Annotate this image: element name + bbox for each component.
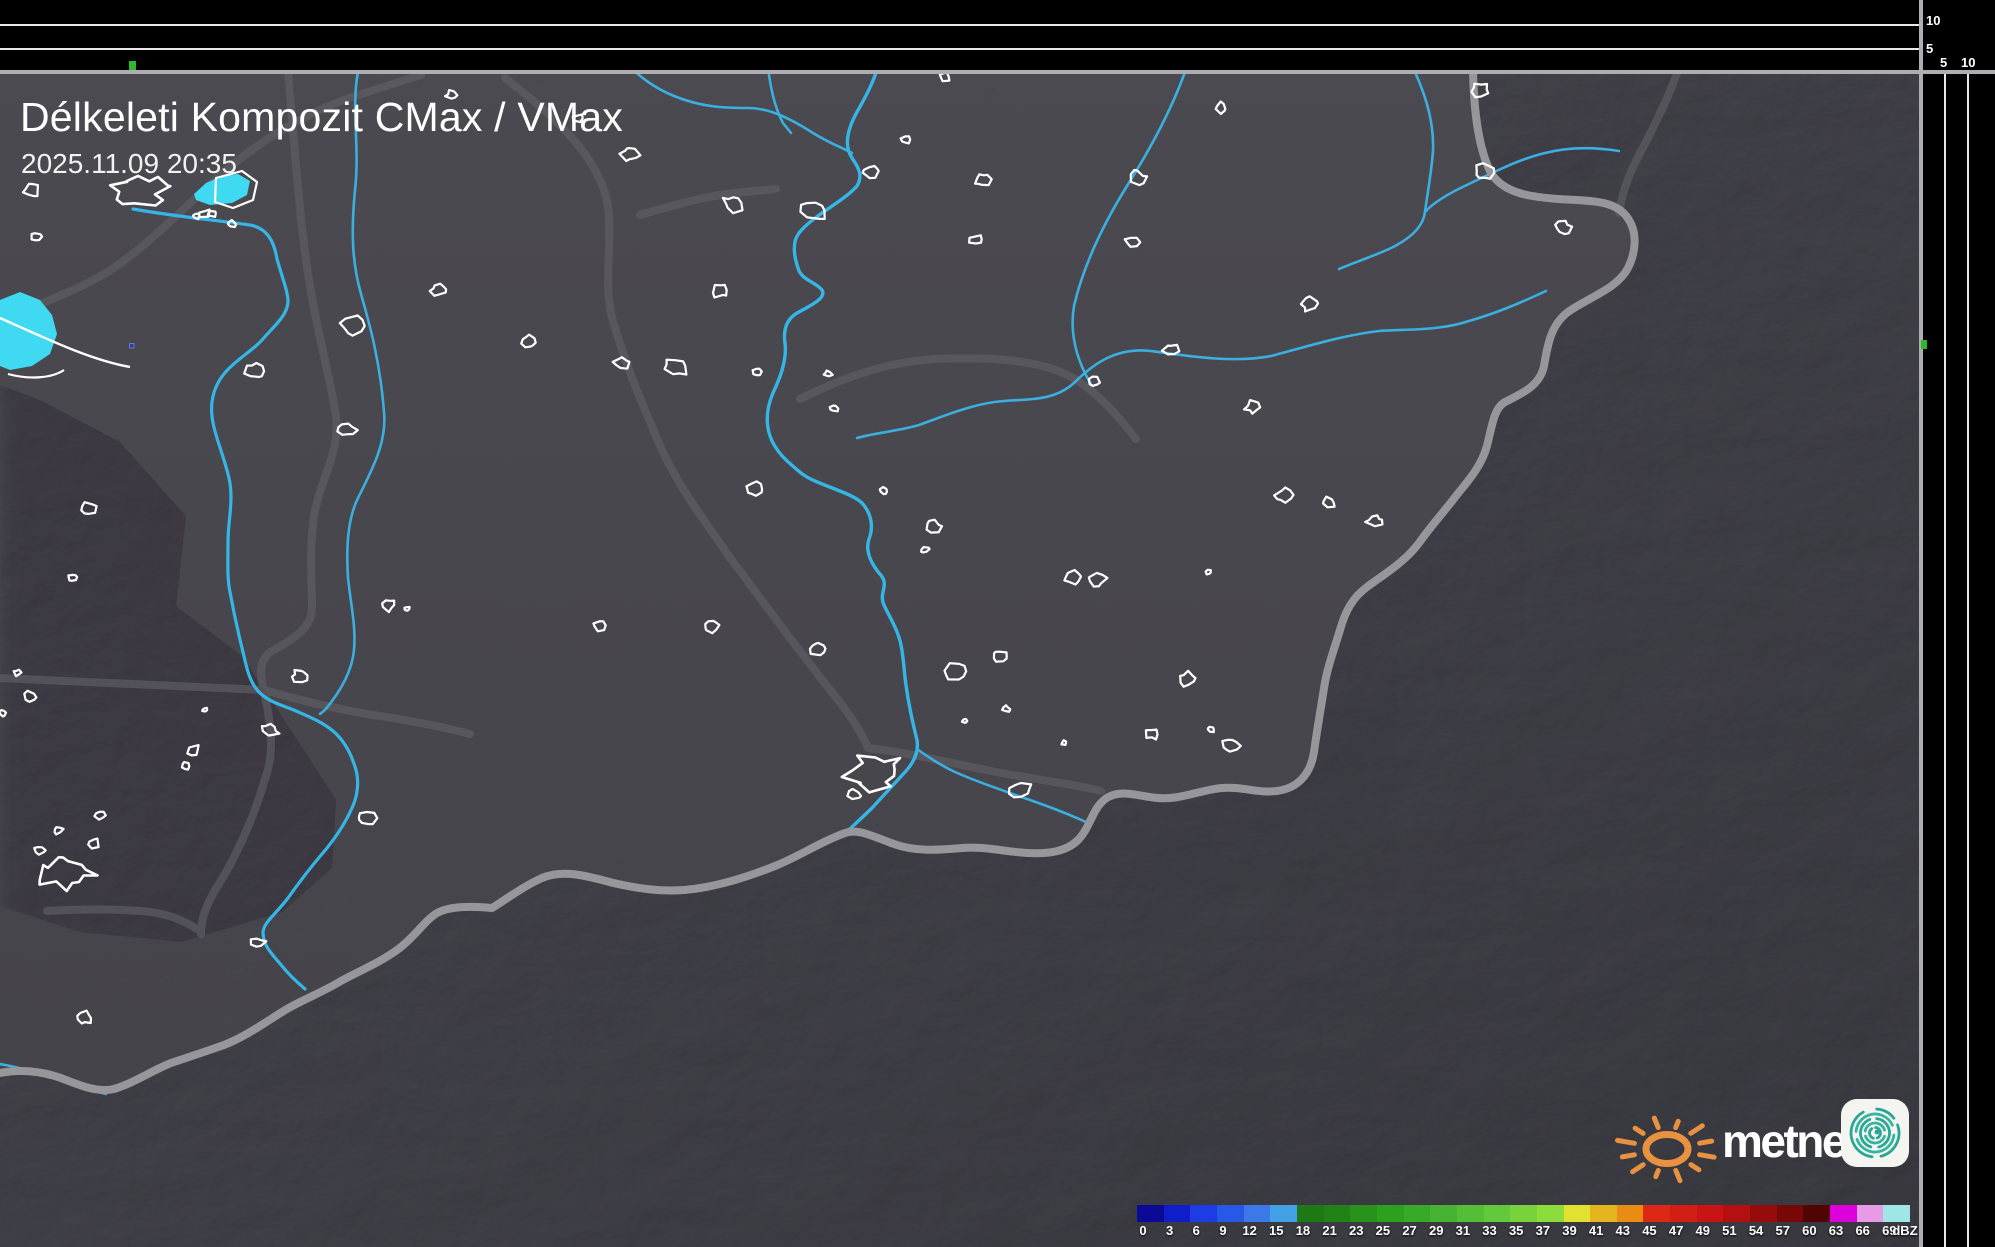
right-axis-label-10: 10 bbox=[1961, 56, 1975, 69]
dbz-color-segment bbox=[1830, 1205, 1857, 1222]
dbz-scale-value: 54 bbox=[1749, 1224, 1763, 1238]
dbz-color-segment bbox=[1723, 1205, 1750, 1222]
right-panel-gridline-5km bbox=[1944, 74, 1946, 1247]
dbz-scale-value: 60 bbox=[1802, 1224, 1816, 1238]
vmax-top-profile-panel bbox=[0, 0, 1920, 70]
height-axis-label-10: 10 bbox=[1926, 14, 1940, 27]
radar-composite-viewport: 10 5 5 10 Délkeleti Kompozit CMax / VMax… bbox=[0, 0, 1995, 1247]
page-title: Délkeleti Kompozit CMax / VMax bbox=[20, 94, 623, 141]
radar-echo-cell bbox=[130, 344, 135, 349]
dbz-color-segment bbox=[1270, 1205, 1297, 1222]
dbz-color-segment bbox=[1404, 1205, 1431, 1222]
dbz-color-segment bbox=[1324, 1205, 1351, 1222]
dbz-scale-value: 33 bbox=[1482, 1224, 1496, 1238]
dbz-color-segment bbox=[1564, 1205, 1591, 1222]
vmax-right-profile-panel bbox=[1920, 0, 1995, 1247]
dbz-color-segment bbox=[1430, 1205, 1457, 1222]
dbz-color-segment bbox=[1643, 1205, 1670, 1222]
dbz-scale-value: 25 bbox=[1376, 1224, 1390, 1238]
dbz-color-scale: 0 3 6 9 12 15 18 21 23 25 27 29 31 33 35 37 39 41 43 45 47 49… bbox=[1137, 1205, 1910, 1240]
dbz-color-segment bbox=[1297, 1205, 1324, 1222]
dbz-scale-value: 51 bbox=[1722, 1224, 1736, 1238]
dbz-scale-value: 41 bbox=[1589, 1224, 1603, 1238]
dbz-scale-value: 29 bbox=[1429, 1224, 1443, 1238]
profile-axis-horizontal bbox=[0, 70, 1995, 74]
right-axis-label-5: 5 bbox=[1940, 56, 1947, 69]
dbz-color-segment bbox=[1510, 1205, 1537, 1222]
dbz-color-segment bbox=[1670, 1205, 1697, 1222]
dbz-scale-value: 63 bbox=[1829, 1224, 1843, 1238]
dbz-color-segment bbox=[1777, 1205, 1804, 1222]
dbz-scale-value: 12 bbox=[1242, 1224, 1256, 1238]
dbz-color-segment bbox=[1164, 1205, 1191, 1222]
top-panel-gridline-10km bbox=[0, 24, 1920, 26]
dbz-color-segment bbox=[1803, 1205, 1830, 1222]
dbz-scale-value: 66 bbox=[1855, 1224, 1869, 1238]
radar-map bbox=[0, 0, 1995, 1247]
dbz-scale-unit: dBZ bbox=[1892, 1224, 1917, 1238]
dbz-scale-value: 35 bbox=[1509, 1224, 1523, 1238]
right-panel-gridline-10km bbox=[1967, 74, 1969, 1247]
timestamp: 2025.11.09 20:35 bbox=[21, 148, 237, 180]
dbz-color-segment bbox=[1350, 1205, 1377, 1222]
dbz-color-segment bbox=[1484, 1205, 1511, 1222]
dbz-scale-value: 45 bbox=[1642, 1224, 1656, 1238]
dbz-scale-value: 31 bbox=[1456, 1224, 1470, 1238]
vmax-echo-top-panel bbox=[129, 61, 136, 70]
dbz-scale-value: 39 bbox=[1562, 1224, 1576, 1238]
dbz-color-segment bbox=[1857, 1205, 1884, 1222]
metnet-wordmark: metnet bbox=[1722, 1114, 1858, 1168]
top-panel-gridline-5km bbox=[0, 48, 1920, 50]
metnet-logo: metnet bbox=[1605, 1098, 1910, 1190]
dbz-color-segment bbox=[1590, 1205, 1617, 1222]
dbz-color-bar bbox=[1137, 1205, 1910, 1222]
profile-axis-vertical bbox=[1919, 0, 1923, 1247]
dbz-scale-value: 18 bbox=[1296, 1224, 1310, 1238]
dbz-scale-value: 3 bbox=[1166, 1224, 1173, 1238]
dbz-color-segment bbox=[1697, 1205, 1724, 1222]
dbz-color-segment bbox=[1883, 1205, 1910, 1222]
dbz-scale-value: 47 bbox=[1669, 1224, 1683, 1238]
dbz-color-segment bbox=[1617, 1205, 1644, 1222]
dbz-scale-value: 6 bbox=[1193, 1224, 1200, 1238]
dbz-color-segment bbox=[1244, 1205, 1271, 1222]
dbz-scale-labels: 0 3 6 9 12 15 18 21 23 25 27 29 31 33 35 37 39 41 43 45 47 49… bbox=[1137, 1224, 1910, 1240]
sun-icon bbox=[1605, 1104, 1717, 1188]
dbz-scale-value: 57 bbox=[1775, 1224, 1789, 1238]
dbz-color-segment bbox=[1377, 1205, 1404, 1222]
dbz-color-segment bbox=[1537, 1205, 1564, 1222]
dbz-scale-value: 0 bbox=[1139, 1224, 1146, 1238]
dbz-color-segment bbox=[1457, 1205, 1484, 1222]
dbz-scale-value: 27 bbox=[1402, 1224, 1416, 1238]
dbz-scale-value: 43 bbox=[1616, 1224, 1630, 1238]
dbz-color-segment bbox=[1750, 1205, 1777, 1222]
height-axis-label-5: 5 bbox=[1926, 42, 1933, 55]
dbz-color-segment bbox=[1217, 1205, 1244, 1222]
dbz-scale-value: 15 bbox=[1269, 1224, 1283, 1238]
spiral-app-icon bbox=[1840, 1098, 1910, 1168]
vmax-echo-right-panel bbox=[1921, 340, 1927, 349]
dbz-scale-value: 21 bbox=[1322, 1224, 1336, 1238]
dbz-scale-value: 49 bbox=[1696, 1224, 1710, 1238]
dbz-scale-value: 37 bbox=[1536, 1224, 1550, 1238]
dbz-scale-value: 23 bbox=[1349, 1224, 1363, 1238]
dbz-color-segment bbox=[1190, 1205, 1217, 1222]
dbz-scale-value: 9 bbox=[1219, 1224, 1226, 1238]
dbz-color-segment bbox=[1137, 1205, 1164, 1222]
